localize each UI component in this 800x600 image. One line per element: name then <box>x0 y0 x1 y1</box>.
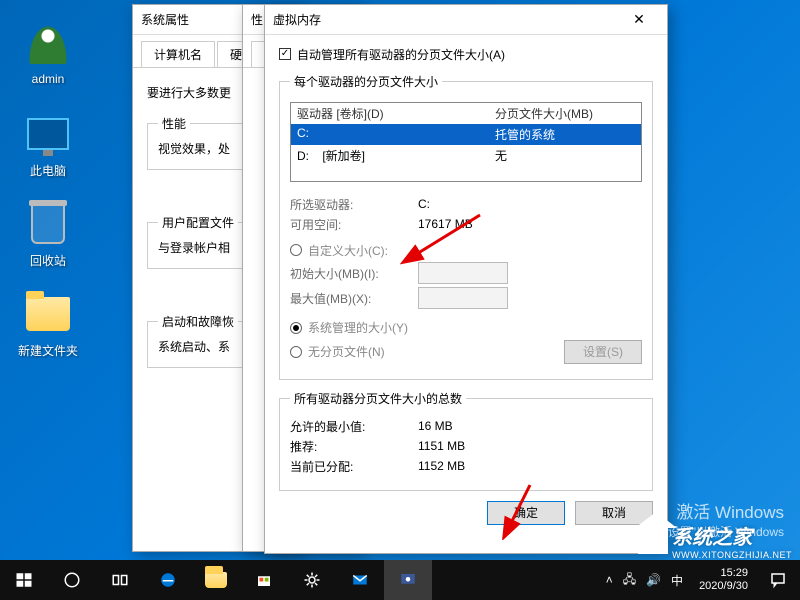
window-virtual-memory[interactable]: 虚拟内存 ✕ ✓ 自动管理所有驱动器的分页文件大小(A) 每个驱动器的分页文件大… <box>264 4 668 554</box>
icon-label: 此电脑 <box>30 164 66 178</box>
selected-drive-value: C: <box>418 197 430 211</box>
tray-chevron-up-icon[interactable]: ˄ <box>606 573 613 587</box>
initial-size-label: 初始大小(MB)(I): <box>290 265 410 282</box>
cur-label: 当前已分配: <box>290 458 410 475</box>
drive-row-d[interactable]: D: [新加卷] 无 <box>291 145 641 166</box>
group-legend: 每个驱动器的分页文件大小 <box>290 73 442 90</box>
radio-label: 无分页文件(N) <box>308 343 385 360</box>
free-space-label: 可用空间: <box>290 216 410 233</box>
taskview-icon <box>111 571 129 589</box>
group-legend: 用户配置文件 <box>158 214 238 231</box>
col-drive: 驱动器 [卷标](D) <box>297 105 495 122</box>
taskbar-clock[interactable]: 15:29 2020/9/30 <box>691 567 756 593</box>
close-button[interactable]: ✕ <box>619 11 659 28</box>
taskbar-active-app[interactable] <box>384 560 432 600</box>
selected-drive-label: 所选驱动器: <box>290 196 410 213</box>
start-button[interactable] <box>0 560 48 600</box>
desktop-icon-recycle-bin[interactable]: 回收站 <box>10 200 86 269</box>
radio-system-managed[interactable]: 系统管理的大小(Y) <box>290 319 408 336</box>
col-pagefile: 分页文件大小(MB) <box>495 105 635 122</box>
check-icon: ✓ <box>279 48 291 60</box>
cur-value: 1152 MB <box>418 459 465 473</box>
tray-network-icon[interactable]: 🖧 <box>623 570 636 591</box>
icon-label: 新建文件夹 <box>18 344 78 358</box>
radio-dot-icon <box>290 244 302 256</box>
taskbar-store[interactable] <box>240 560 288 600</box>
group-totals: 所有驱动器分页文件大小的总数 允许的最小值: 16 MB 推荐: 1151 MB 当… <box>279 390 653 491</box>
max-size-label: 最大值(MB)(X): <box>290 290 410 307</box>
brand-url: WWW.XITONGZHIJIA.NET <box>672 550 792 560</box>
task-view-button[interactable] <box>96 560 144 600</box>
radio-dot-icon <box>290 322 302 334</box>
taskbar-edge[interactable] <box>144 560 192 600</box>
brand-text: 系统之家 <box>672 521 792 550</box>
radio-label: 系统管理的大小(Y) <box>308 319 408 336</box>
initial-size-input[interactable] <box>418 262 508 284</box>
brand-watermark: 系统之家 WWW.XITONGZHIJIA.NET <box>638 521 792 560</box>
drive-row-c[interactable]: C: 托管的系统 <box>291 124 641 145</box>
folder-icon <box>205 572 227 588</box>
set-button[interactable]: 设置(S) <box>564 340 642 364</box>
notification-icon <box>769 571 787 589</box>
taskbar-settings[interactable] <box>288 560 336 600</box>
min-value: 16 MB <box>418 419 453 433</box>
drive-list[interactable]: 驱动器 [卷标](D) 分页文件大小(MB) C: 托管的系统 D: [新加卷]… <box>290 102 642 182</box>
clock-date: 2020/9/30 <box>699 580 748 593</box>
circle-icon <box>63 571 81 589</box>
group-legend: 性能 <box>158 115 190 132</box>
titlebar[interactable]: 虚拟内存 ✕ <box>265 5 667 35</box>
radio-custom-size[interactable]: 自定义大小(C): <box>290 242 388 259</box>
tab-computer-name[interactable]: 计算机名 <box>141 41 215 67</box>
radio-dot-icon <box>290 346 302 358</box>
desktop-icon-this-pc[interactable]: 此电脑 <box>10 110 86 179</box>
action-center-button[interactable] <box>756 560 800 600</box>
desktop-icon-new-folder[interactable]: 新建文件夹 <box>10 290 86 359</box>
group-legend: 启动和故障恢 <box>158 313 238 330</box>
gear-icon <box>303 571 321 589</box>
edge-icon <box>159 571 177 589</box>
bin-icon <box>31 204 65 244</box>
icon-label: admin <box>32 72 65 86</box>
free-space-value: 17617 MB <box>418 217 473 231</box>
taskbar[interactable]: ˄ 🖧 🔊 中 15:29 2020/9/30 <box>0 560 800 600</box>
ok-button[interactable]: 确定 <box>487 501 565 525</box>
user-icon <box>28 24 68 64</box>
rec-value: 1151 MB <box>418 439 465 453</box>
group-legend: 所有驱动器分页文件大小的总数 <box>290 390 466 407</box>
house-icon <box>638 528 668 554</box>
rec-label: 推荐: <box>290 438 410 455</box>
desktop-icon-admin[interactable]: admin <box>10 20 86 86</box>
mail-icon <box>351 571 369 589</box>
clock-time: 15:29 <box>699 567 748 580</box>
tray-volume-icon[interactable]: 🔊 <box>646 573 661 587</box>
checkbox-label: 自动管理所有驱动器的分页文件大小(A) <box>297 46 505 63</box>
window-title: 虚拟内存 <box>273 11 619 28</box>
group-each-drive: 每个驱动器的分页文件大小 驱动器 [卷标](D) 分页文件大小(MB) C: 托… <box>279 73 653 380</box>
min-label: 允许的最小值: <box>290 418 410 435</box>
max-size-input[interactable] <box>418 287 508 309</box>
pc-icon <box>27 118 69 150</box>
checkbox-auto-manage[interactable]: ✓ 自动管理所有驱动器的分页文件大小(A) <box>279 46 505 63</box>
radio-label: 自定义大小(C): <box>308 242 388 259</box>
windows-icon <box>15 571 33 589</box>
folder-icon <box>26 297 70 331</box>
monitor-icon <box>399 571 417 589</box>
tray-ime-icon[interactable]: 中 <box>671 572 683 589</box>
taskbar-explorer[interactable] <box>192 560 240 600</box>
system-tray[interactable]: ˄ 🖧 🔊 中 <box>598 570 691 591</box>
icon-label: 回收站 <box>30 254 66 268</box>
radio-no-paging[interactable]: 无分页文件(N) <box>290 343 385 360</box>
taskbar-mail[interactable] <box>336 560 384 600</box>
cortana-button[interactable] <box>48 560 96 600</box>
store-icon <box>255 571 273 589</box>
